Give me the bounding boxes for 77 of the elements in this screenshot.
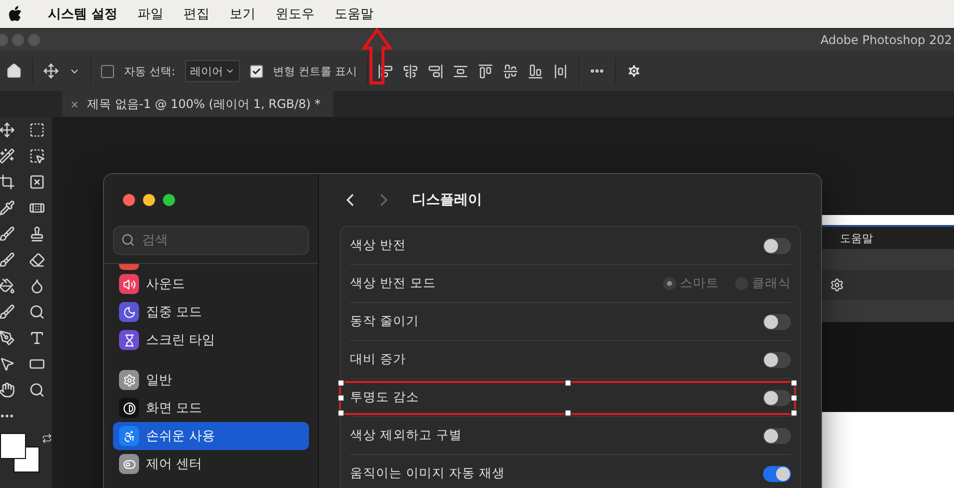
search-field[interactable]: 검색 bbox=[113, 226, 309, 255]
setting-label: 색상 제외하고 구별 bbox=[350, 427, 462, 444]
stamp-icon[interactable] bbox=[29, 226, 45, 242]
brush-icon[interactable] bbox=[0, 304, 15, 320]
toggle-switch[interactable] bbox=[763, 466, 791, 482]
align-icon[interactable] bbox=[378, 64, 394, 78]
align-icon[interactable] bbox=[453, 64, 468, 78]
menu-item[interactable]: 윈도우 bbox=[276, 5, 315, 23]
page-title: 디스플레이 bbox=[412, 191, 482, 209]
sidebar-item[interactable]: 집중 모드 bbox=[113, 298, 309, 326]
toggle-switch[interactable] bbox=[763, 314, 791, 330]
checkbox-label: 자동 선택: bbox=[124, 64, 176, 78]
search-icon bbox=[121, 233, 135, 247]
move-icon[interactable] bbox=[43, 63, 59, 79]
layer-dropdown[interactable]: 레이어 bbox=[185, 60, 240, 82]
document-tab[interactable]: × 제목 없음-1 @ 100% (레이어 1, RGB/8) * bbox=[62, 91, 333, 117]
menu-item[interactable]: 도움말 bbox=[840, 230, 873, 246]
align-icon[interactable] bbox=[553, 64, 568, 78]
align-icon[interactable] bbox=[403, 64, 418, 78]
window-title: Adobe Photoshop 202 bbox=[820, 33, 952, 47]
eraser-icon[interactable] bbox=[29, 252, 45, 268]
toggle-switch[interactable] bbox=[763, 238, 791, 254]
align-icon[interactable] bbox=[428, 64, 444, 78]
type-icon[interactable] bbox=[29, 330, 45, 346]
sidebar-item[interactable]: 일반 bbox=[113, 366, 309, 394]
setting-label: 동작 줄이기 bbox=[350, 313, 419, 330]
toggle-switch[interactable] bbox=[763, 428, 791, 444]
sidebar-item[interactable]: 제어 센터 bbox=[113, 450, 309, 478]
sidebar-item[interactable]: 손쉬운 사용 bbox=[113, 422, 309, 450]
menu-item[interactable]: 시스템 설정 bbox=[48, 5, 118, 23]
frame-icon[interactable] bbox=[29, 174, 45, 190]
apple-icon[interactable] bbox=[8, 6, 22, 22]
selection-icon[interactable] bbox=[29, 148, 45, 164]
setting-label: 색상 반전 모드 bbox=[350, 275, 436, 292]
swap-icon[interactable] bbox=[42, 433, 52, 444]
paint-bucket-icon[interactable] bbox=[0, 278, 15, 294]
zoom-icon[interactable] bbox=[29, 382, 45, 398]
home-icon[interactable] bbox=[6, 63, 22, 79]
brush-icon[interactable] bbox=[0, 252, 15, 268]
minimize-button[interactable] bbox=[143, 194, 155, 206]
checkbox-label: 변형 컨트롤 표시 bbox=[273, 64, 358, 78]
settings-icon[interactable] bbox=[626, 63, 642, 79]
checkbox[interactable] bbox=[250, 64, 264, 78]
setting-label: 움직이는 이미지 자동 재생 bbox=[350, 465, 505, 482]
sidebar-item[interactable]: 스크린 타임 bbox=[113, 326, 309, 354]
align-icon[interactable] bbox=[478, 64, 494, 78]
wand-icon[interactable] bbox=[0, 148, 15, 164]
setting-label: 투명도 감소 bbox=[350, 389, 419, 406]
magnifier-icon[interactable] bbox=[29, 304, 45, 320]
move-icon[interactable] bbox=[0, 122, 15, 138]
close-button[interactable] bbox=[123, 194, 135, 206]
up-arrow-icon bbox=[362, 28, 392, 86]
sidebar-item[interactable]: 화면 모드 bbox=[113, 394, 309, 422]
menu-item[interactable]: 파일 bbox=[138, 5, 164, 23]
close-icon[interactable]: × bbox=[70, 98, 80, 110]
sidebar-item[interactable]: 사운드 bbox=[113, 270, 309, 298]
hand-icon[interactable] bbox=[0, 382, 15, 398]
eyedropper-icon[interactable] bbox=[0, 200, 15, 216]
check-icon bbox=[252, 66, 262, 76]
droplet-icon[interactable] bbox=[29, 278, 45, 294]
setting-label: 색상 반전 bbox=[350, 237, 406, 254]
pointer-icon[interactable] bbox=[0, 356, 15, 372]
toggle-switch[interactable] bbox=[763, 390, 791, 406]
align-icon[interactable] bbox=[503, 64, 518, 78]
pen-icon[interactable] bbox=[0, 330, 15, 346]
crop-icon[interactable] bbox=[0, 174, 15, 190]
zoom-button[interactable] bbox=[163, 194, 175, 206]
menu-item[interactable]: 편집 bbox=[184, 5, 210, 23]
menu-item[interactable]: 도움말 bbox=[334, 5, 374, 23]
color-swatch-drawing[interactable] bbox=[0, 433, 40, 473]
marquee-icon[interactable] bbox=[29, 122, 45, 138]
align-icon[interactable] bbox=[528, 64, 544, 78]
brush-icon[interactable] bbox=[0, 226, 15, 242]
toggle-switch[interactable] bbox=[763, 352, 791, 368]
setting-label: 대비 증가 bbox=[350, 351, 406, 368]
menu-item[interactable]: 보기 bbox=[230, 5, 256, 23]
checkbox[interactable] bbox=[101, 64, 114, 78]
